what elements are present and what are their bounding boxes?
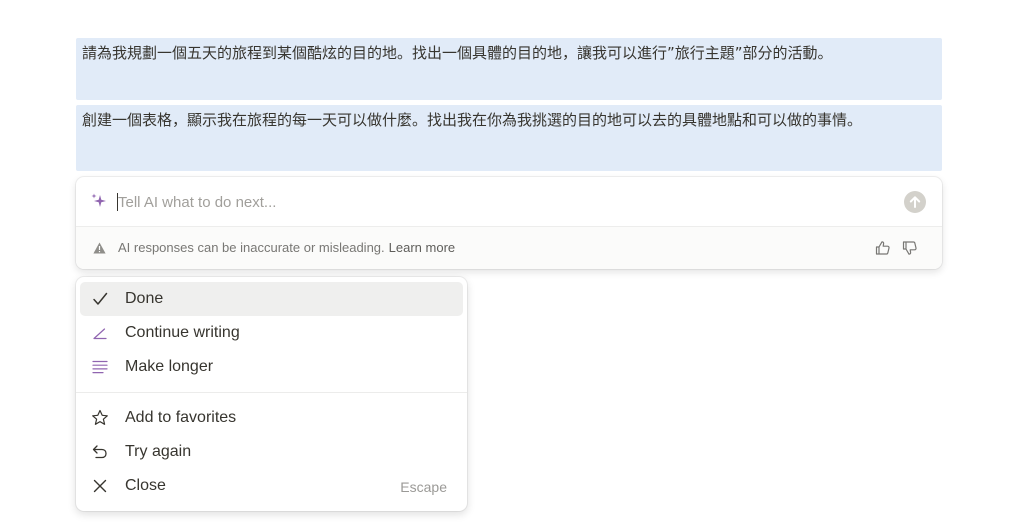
star-icon — [92, 409, 108, 425]
lines-icon — [92, 360, 108, 374]
close-icon — [93, 479, 107, 493]
prompt-paragraph-1[interactable]: 請為我規劃一個五天的旅程到某個酷炫的目的地。找出一個具體的目的地，讓我可以進行”… — [76, 38, 942, 100]
ai-prompt-input[interactable] — [118, 189, 878, 215]
learn-more-link[interactable]: Learn more — [389, 240, 455, 255]
menu-item-label: Done — [125, 290, 164, 307]
menu-item-label: Try again — [125, 443, 192, 460]
ai-panel-footer: AI responses can be inaccurate or mislea… — [76, 226, 942, 269]
undo-icon — [92, 445, 107, 459]
ai-prompt-panel: AI responses can be inaccurate or mislea… — [76, 177, 942, 269]
menu-item-try-again[interactable]: Try again — [80, 435, 463, 469]
menu-item-add-to-favorites[interactable]: Add to favorites — [80, 401, 463, 435]
ai-input-row — [76, 177, 942, 226]
menu-item-label: Add to favorites — [125, 409, 237, 426]
menu-item-make-longer[interactable]: Make longer — [80, 350, 463, 384]
menu-divider — [76, 392, 467, 393]
menu-item-done[interactable]: Done — [80, 282, 463, 316]
ai-disclaimer: AI responses can be inaccurate or mislea… — [118, 240, 455, 255]
menu-item-label: Continue writing — [125, 324, 240, 341]
sparkle-icon — [91, 193, 106, 207]
submit-button[interactable] — [904, 191, 926, 213]
menu-item-close[interactable]: Close Escape — [80, 469, 463, 503]
warning-icon — [93, 242, 106, 254]
menu-item-continue-writing[interactable]: Continue writing — [80, 316, 463, 350]
menu-item-label: Close — [125, 477, 166, 494]
disclaimer-text: AI responses can be inaccurate or mislea… — [118, 240, 385, 255]
keyboard-shortcut: Escape — [400, 479, 447, 495]
checkmark-icon — [93, 292, 108, 305]
arrow-up-icon — [909, 196, 921, 208]
thumbs-up-icon[interactable] — [873, 238, 893, 258]
thumbs-down-icon[interactable] — [900, 238, 920, 258]
ai-action-menu: Done Continue writing Make longer Add to… — [76, 277, 467, 511]
menu-item-label: Make longer — [125, 358, 214, 375]
pen-icon — [93, 328, 107, 340]
prompt-paragraph-2[interactable]: 創建一個表格，顯示我在旅程的每一天可以做什麼。找出我在你為我挑選的目的地可以去的… — [76, 105, 942, 171]
